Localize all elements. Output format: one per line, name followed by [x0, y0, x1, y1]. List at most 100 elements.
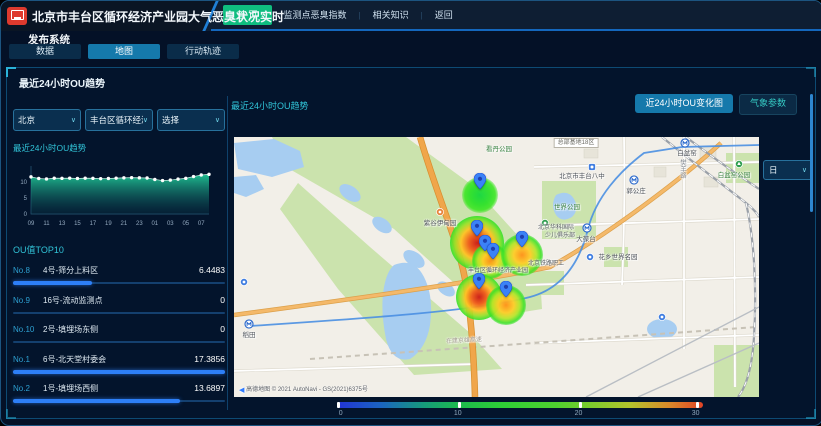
left-sidebar: 北京 ∨ 丰台区循环经济产 ∨ 选择 ∨ 最近24小时OU趋势: [13, 106, 225, 410]
rank-badge: No.2: [13, 384, 43, 393]
tab-map[interactable]: 地图: [88, 44, 160, 59]
metro-map-icon[interactable]: [583, 224, 592, 233]
top10-row[interactable]: No.10 2号-填埋场东侧 0: [13, 321, 225, 351]
ou-change-chart-button[interactable]: 近24小时OU变化图: [635, 94, 733, 113]
school-map-icon[interactable]: [588, 163, 596, 171]
city-select-value: 北京: [18, 114, 71, 126]
ou-trend-chart: 0510091113151719212301030507: [13, 158, 225, 235]
station-marker-icon[interactable]: [500, 281, 512, 297]
city-select[interactable]: 北京 ∨: [13, 109, 81, 131]
colorbar-tick-mark: [337, 402, 340, 408]
nav-knowledge[interactable]: 相关知识: [361, 5, 421, 25]
nav-odor-index[interactable]: 监测点恶臭指数: [272, 5, 359, 25]
station-label: 16号-流动监测点: [43, 295, 220, 306]
map-label: 樊羊路: [678, 159, 685, 179]
top10-row[interactable]: No.2 1号-填埋场西侧 13.6897: [13, 380, 225, 410]
period-select[interactable]: 日 ∨: [763, 160, 813, 180]
site-select[interactable]: 选择 ∨: [157, 109, 225, 131]
top10-row[interactable]: No.1 6号-北天堂村委会 17.3856: [13, 351, 225, 381]
svg-text:01: 01: [151, 221, 158, 227]
chevron-down-icon: ∨: [215, 116, 220, 124]
map-label: 北京市丰台八中: [559, 174, 605, 181]
poi-orange-map-icon[interactable]: [436, 208, 444, 216]
chevron-down-icon: ∨: [802, 166, 807, 174]
map-label: 白盆窑: [677, 151, 697, 158]
station-marker-icon[interactable]: [487, 243, 499, 259]
station-label: 2号-填埋场东侧: [43, 324, 220, 335]
rank-badge: No.10: [13, 325, 43, 334]
chevron-down-icon: ∨: [71, 116, 76, 124]
panel-corner-accent: [6, 67, 16, 77]
panel-corner-accent: [6, 409, 16, 419]
site-select-value: 选择: [162, 114, 215, 126]
map-label: 总部基地18区: [554, 138, 599, 148]
map-label: 看丹公园: [486, 147, 512, 154]
progress-fill: [13, 370, 225, 374]
panel-corner-accent: [806, 409, 816, 419]
svg-text:10: 10: [20, 180, 27, 186]
heatmap-colorbar: [337, 402, 703, 408]
district-select-value: 丰台区循环经济产: [90, 114, 143, 126]
metro-map-icon[interactable]: [630, 176, 639, 185]
map-label: 白盆窑公园: [718, 173, 751, 180]
rank-badge: No.9: [13, 296, 43, 305]
progress-track: [13, 282, 225, 284]
ou-value: 13.6897: [194, 383, 225, 393]
metro-map-icon[interactable]: [245, 320, 254, 329]
main-nav: 首 页 监测点恶臭指数 | 相关知识 | 返回: [211, 1, 821, 31]
station-label: 4号-筛分上料区: [43, 265, 199, 276]
tab-track[interactable]: 行动轨迹: [167, 44, 239, 59]
poi-blue-map-icon[interactable]: [240, 278, 248, 286]
map-label: 北京华科国际: [538, 225, 574, 231]
rank-badge: No.1: [13, 355, 43, 364]
top10-row[interactable]: No.9 16号-流动监测点 0: [13, 292, 225, 322]
poi-blue-map-icon[interactable]: [586, 253, 594, 261]
main-panel: 最近24小时OU趋势 北京 ∨ 丰台区循环经济产 ∨ 选择 ∨ 最近24小时OU…: [6, 67, 816, 419]
map-label: 大葆台: [576, 237, 596, 244]
district-select[interactable]: 丰台区循环经济产 ∨: [85, 109, 153, 131]
station-label: 6号-北天堂村委会: [43, 354, 194, 365]
map-label: 花乡世界名园: [599, 255, 638, 262]
map-canvas[interactable]: 看丹公园总部基地18区北京市丰台八中郭公庄白盆窑樊羊路白盆窑公园世界公园大葆台紫…: [234, 137, 759, 397]
map-label: 少儿俱乐部: [545, 233, 575, 239]
svg-text:03: 03: [167, 221, 174, 227]
progress-track: [13, 312, 225, 314]
station-marker-icon[interactable]: [474, 173, 486, 189]
svg-text:15: 15: [74, 221, 81, 227]
metro-map-icon[interactable]: [681, 139, 690, 148]
progress-track: [13, 371, 225, 373]
svg-text:13: 13: [59, 221, 66, 227]
svg-text:5: 5: [24, 196, 28, 202]
ou-value: 0: [220, 295, 225, 305]
tab-data[interactable]: 数据: [9, 44, 81, 59]
park-ic-map-icon[interactable]: [735, 160, 743, 168]
period-select-value: 日: [769, 164, 802, 176]
colorbar-label: 20: [575, 410, 583, 417]
station-marker-icon[interactable]: [473, 273, 485, 289]
trend-chart-title: 最近24小时OU趋势: [13, 142, 225, 154]
progress-fill: [13, 399, 180, 403]
poi-blue-map-icon[interactable]: [658, 313, 666, 321]
svg-text:23: 23: [136, 221, 143, 227]
scrollbar-thumb[interactable]: [810, 94, 813, 212]
colorbar-label: 0: [339, 410, 343, 417]
colorbar-label: 30: [692, 410, 700, 417]
top10-row[interactable]: No.8 4号-筛分上料区 6.4483: [13, 262, 225, 292]
svg-text:11: 11: [43, 221, 50, 227]
svg-text:07: 07: [198, 221, 205, 227]
map-label: 紫谷伊甸园: [424, 221, 457, 228]
station-marker-icon[interactable]: [516, 231, 528, 247]
progress-fill: [13, 281, 92, 285]
ou-value: 17.3856: [194, 354, 225, 364]
station-marker-icon[interactable]: [471, 220, 483, 236]
svg-text:09: 09: [28, 221, 35, 227]
colorbar-labels: 0 10 20 30: [337, 410, 703, 420]
weather-params-button[interactable]: 气象参数: [739, 94, 797, 115]
app-brand: 北京市丰台区循环经济产业园大气恶臭状况实时: [1, 1, 197, 31]
rank-badge: No.8: [13, 266, 43, 275]
app-title: 北京市丰台区循环经济产业园大气恶臭状况实时: [32, 8, 284, 25]
colorbar-label: 10: [454, 410, 462, 417]
progress-track: [13, 400, 225, 402]
svg-text:17: 17: [90, 221, 97, 227]
nav-back[interactable]: 返回: [423, 5, 465, 25]
